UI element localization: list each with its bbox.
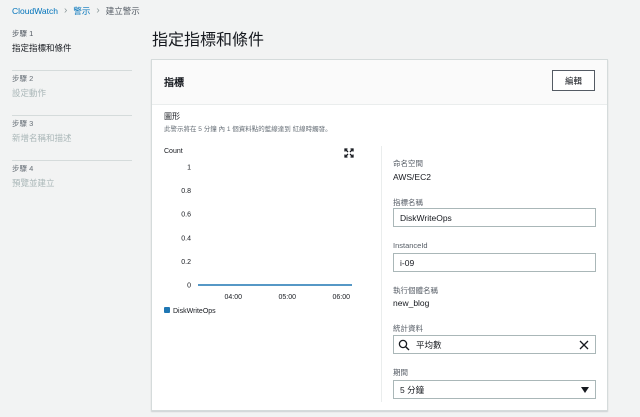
step-number: 步驟 3 [12,119,34,128]
y-tick-label: 0.8 [181,188,191,195]
breadcrumb-alarms-link[interactable]: 警示 [73,5,90,17]
x-tick-label: 06:00 [332,294,350,301]
step-3: 步驟 3 新增名稱和描述 [12,118,132,161]
wizard-steps: 步驟 1 指定指標和條件 步驟 2 設定動作 步驟 3 新增名稱和描述 步驟 4… [12,26,132,206]
namespace-value: AWS/EC2 [393,172,431,182]
metric-card: 指標 編輯 圖形 此警示將在 5 分鐘 內 1 個資料點的藍線達到 紅線時觸發。… [151,59,608,411]
chevron-right-icon: › [96,5,100,16]
step-name: 預覽並建立 [12,178,55,188]
clear-icon[interactable] [579,340,589,350]
instance-id-value: i-09 [400,257,415,268]
statistic-field[interactable]: 平均數 [393,335,596,354]
statistic-label: 統計資料 [393,324,423,333]
search-icon [398,339,410,350]
x-tick-label: 05:00 [278,294,296,301]
step-1: 步驟 1 指定指標和條件 [12,28,132,71]
y-tick-label: 0.6 [181,212,191,219]
y-tick-label: 0.2 [181,259,191,266]
card-header: 指標 編輯 [152,60,607,105]
card-title: 指標 [164,78,184,89]
edit-button[interactable]: 編輯 [552,70,595,91]
step-name: 新增名稱和描述 [12,133,72,143]
x-tick-label: 04:00 [224,294,242,301]
step-number: 步驟 1 [12,29,34,38]
namespace-label: 命名空間 [393,159,423,168]
statistic-value: 平均數 [416,339,442,350]
breadcrumb: CloudWatch › 警示 › 建立警示 [12,4,140,18]
breadcrumb-current: 建立警示 [105,6,140,16]
period-value: 5 分鐘 [400,384,425,395]
instance-name-value: new_blog [393,298,430,308]
y-axis-label: Count [164,148,183,155]
expand-icon[interactable] [344,148,354,158]
step-name: 設定動作 [12,88,47,98]
step-name: 指定指標和條件 [12,43,72,53]
graph-label: 圖形 [164,112,180,121]
caret-down-icon [581,386,589,393]
y-tick-label: 0 [187,283,191,290]
metric-chart: Count 1 0.8 0.6 0.4 0.2 0 04:00 05:00 06:00 Dis… [164,148,352,315]
step-number: 步驟 2 [12,74,34,83]
period-label: 期間 [393,368,408,377]
graph-description: 此警示將在 5 分鐘 內 1 個資料點的藍線達到 紅線時觸發。 [164,126,332,133]
step-number: 步驟 4 [12,164,34,173]
metric-name-label: 指標名稱 [393,198,423,207]
column-divider [381,146,382,402]
breadcrumb-cloudwatch-link[interactable]: CloudWatch [12,6,58,16]
instance-name-label: 執行個體名稱 [393,286,438,295]
step-4: 步驟 4 預覽並建立 [12,163,132,206]
metric-name-value: DiskWriteOps [400,212,452,223]
legend-swatch [164,307,170,313]
instance-id-field[interactable]: i-09 [393,253,596,272]
y-tick-label: 1 [187,165,191,172]
y-tick-label: 0.4 [181,235,191,242]
step-2: 步驟 2 設定動作 [12,73,132,116]
page-title: 指定指標和條件 [152,32,265,49]
metric-name-field[interactable]: DiskWriteOps [393,208,596,227]
chevron-right-icon: › [63,5,68,16]
period-select[interactable]: 5 分鐘 [393,380,596,399]
legend-entry-diskwriteops: DiskWriteOps [173,308,216,315]
instance-id-label: InstanceId [393,241,428,250]
